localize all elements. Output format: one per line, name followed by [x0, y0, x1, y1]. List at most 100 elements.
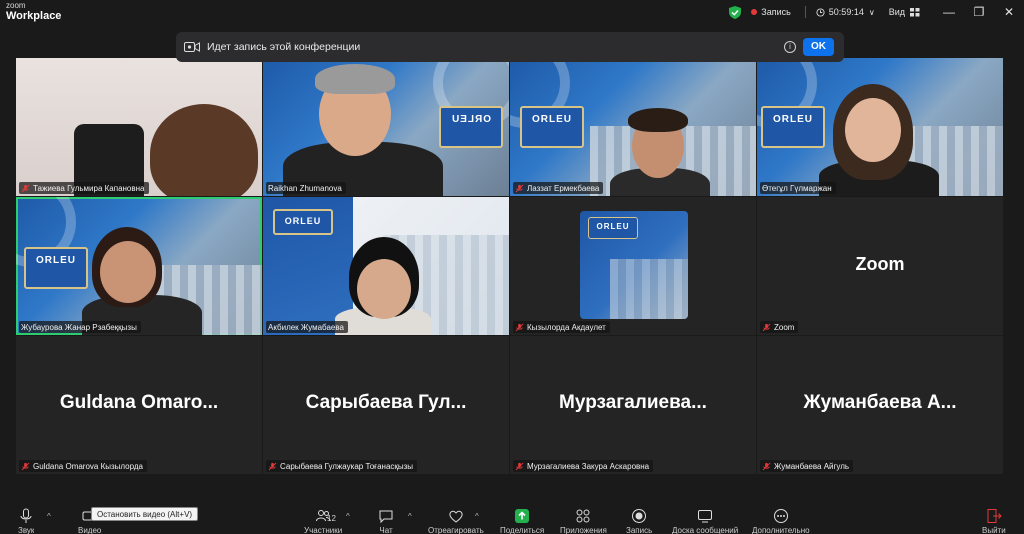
view-button[interactable]: Вид — [889, 7, 920, 17]
mic-muted-icon — [21, 184, 30, 192]
participant-tile[interactable]: Zoom Zoom — [757, 197, 1003, 335]
participant-name-tag: Жуманбаева Айгуль — [760, 460, 854, 472]
participant-name-tag: Zoom — [760, 321, 799, 333]
record-dot-icon — [751, 9, 758, 15]
audio-button[interactable]: Звук — [18, 508, 34, 534]
person-hair — [315, 64, 395, 94]
recording-notice-text: Идет запись этой конференции — [207, 41, 361, 53]
exit-door-icon — [987, 509, 1002, 523]
orleu-logo: ORLEU — [520, 106, 584, 148]
restore-button[interactable]: ❐ — [964, 5, 994, 19]
brand-line1: zoom — [6, 1, 26, 10]
ok-button[interactable]: OK — [803, 38, 834, 56]
participant-tile[interactable]: ORLEU Акбилек Жумабаева — [263, 197, 509, 335]
participant-name-tag: Тажиева Гульмира Капановна — [19, 182, 149, 194]
participant-display-name: Zoom — [855, 253, 905, 274]
person-hair — [150, 104, 258, 196]
participant-display-name: Жуманбаева А... — [803, 392, 957, 413]
chevron-down-icon: ∨ — [868, 7, 875, 17]
reactions-options-caret[interactable]: ^ — [475, 512, 479, 521]
participant-name-tag: Кызылорда Акдаулет — [513, 321, 610, 333]
participants-options-caret[interactable]: ^ — [346, 512, 350, 521]
participant-tile[interactable]: Guldana Omaro... Guldana Omarova Кызылор… — [16, 336, 262, 474]
participant-tile[interactable]: ORLEU Өтегұл Гүлмаржан — [757, 58, 1003, 196]
share-screen-button[interactable]: Поделиться — [500, 508, 544, 534]
recording-notice-banner: Идет запись этой конференции i OK — [176, 32, 844, 62]
participant-name-tag: Өтегұл Гүлмаржан — [760, 182, 836, 194]
mic-muted-icon — [268, 462, 277, 470]
participant-display-name: Сарыбаева Гул... — [305, 392, 467, 413]
apps-button[interactable]: Приложения — [560, 508, 607, 534]
orleu-text: ORLEU — [451, 114, 491, 125]
apps-label: Приложения — [560, 526, 607, 534]
apps-icon — [576, 509, 590, 523]
grid-view-icon — [910, 7, 920, 16]
share-screen-icon — [515, 509, 530, 523]
reactions-label: Отреагировать — [428, 526, 484, 534]
video-label: Видео — [78, 526, 102, 534]
view-label: Вид — [888, 7, 905, 17]
orleu-text: ORLEU — [596, 222, 630, 231]
audio-label: Звук — [18, 526, 35, 534]
orleu-text: ORLEU — [532, 114, 572, 125]
more-button[interactable]: Дополнительно — [752, 508, 810, 534]
chat-button[interactable]: Чат — [378, 508, 394, 534]
mic-muted-icon — [515, 462, 524, 470]
participant-tile[interactable]: ORLEU Лаззат Ермекбаева — [510, 58, 756, 196]
chat-icon — [379, 510, 393, 524]
record-button[interactable]: Запись — [626, 508, 652, 534]
participant-name: Сарыбаева Гулжаукар Тоғанасқызы — [280, 461, 414, 471]
participant-tile[interactable]: Мурзагалиева... Мурзагалиева Закура Аска… — [510, 336, 756, 474]
orleu-logo: ORLEU — [273, 209, 333, 235]
participant-tile[interactable]: Тажиева Гульмира Капановна — [16, 58, 262, 196]
chat-options-caret[interactable]: ^ — [408, 512, 412, 521]
close-button[interactable]: ✕ — [994, 5, 1024, 19]
participant-tile[interactable]: Сарыбаева Гул... Сарыбаева Гулжаукар Тоғ… — [263, 336, 509, 474]
more-label: Дополнительно — [752, 526, 810, 534]
orleu-logo: ORLEU — [439, 106, 503, 148]
leave-button[interactable]: Выйти — [982, 508, 1006, 534]
gallery-view: Тажиева Гульмира Капановна ORLEU Raikhan… — [16, 58, 1004, 474]
participant-name-tag: Мурзагалиева Закура Аскаровна — [513, 460, 654, 472]
orleu-poster: ORLEU — [580, 211, 688, 319]
video-button-tooltip: Остановить видео (Alt+V) — [91, 507, 199, 521]
message-board-icon — [698, 510, 713, 523]
recording-indicator[interactable]: Запись — [751, 7, 791, 17]
participant-name: Кызылорда Акдаулет — [527, 322, 606, 332]
participants-button[interactable]: Участники — [304, 508, 342, 534]
participant-name: Өтегұл Гүлмаржан — [762, 183, 832, 193]
captions-label: Доска сообщений — [672, 526, 739, 534]
participant-tile[interactable]: ORLEU Raikhan Zhumanova — [263, 58, 509, 196]
mic-muted-icon — [762, 462, 771, 470]
info-icon[interactable]: i — [784, 41, 796, 53]
participant-name: Акбилек Жумабаева — [268, 322, 344, 332]
captions-button[interactable]: Доска сообщений — [672, 508, 738, 534]
person-face — [100, 241, 156, 303]
participant-tile-active-speaker[interactable]: ORLEU Жубаурова Жанар Рзабеққызы — [16, 197, 262, 335]
participant-name: Raikhan Zhumanova — [268, 183, 342, 193]
audio-options-caret[interactable]: ^ — [47, 512, 51, 521]
participant-tile[interactable]: Жуманбаева А... Жуманбаева Айгуль — [757, 336, 1003, 474]
minimize-button[interactable]: — — [934, 5, 964, 19]
person-hair — [628, 108, 688, 132]
record-icon — [632, 509, 647, 523]
share-label: Поделиться — [500, 526, 545, 534]
participant-name: Zoom — [774, 322, 795, 332]
leave-label: Выйти — [982, 526, 1006, 534]
encryption-shield-icon[interactable] — [729, 5, 742, 19]
divider — [804, 6, 806, 18]
mic-muted-icon — [21, 462, 30, 470]
orleu-text: ORLEU — [773, 114, 813, 125]
meeting-timer[interactable]: 50:59:14 ∨ — [816, 7, 875, 17]
participant-name-tag: Guldana Omarova Кызылорда — [19, 460, 148, 472]
participant-name-tag: Raikhan Zhumanova — [266, 182, 346, 194]
participants-count: 12 — [327, 514, 336, 523]
zoom-workplace-logo: zoom Workplace — [6, 2, 61, 22]
title-bar: zoom Workplace Запись 50:59:14 ∨ Вид — ❐… — [0, 0, 1024, 26]
orleu-text: ORLEU — [36, 255, 76, 266]
participant-tile[interactable]: ORLEU Кызылорда Акдаулет — [510, 197, 756, 335]
record-label: Запись — [626, 526, 653, 534]
orleu-logo: ORLEU — [24, 247, 88, 289]
recording-camera-icon — [184, 42, 200, 52]
recording-label: Запись — [761, 7, 791, 17]
